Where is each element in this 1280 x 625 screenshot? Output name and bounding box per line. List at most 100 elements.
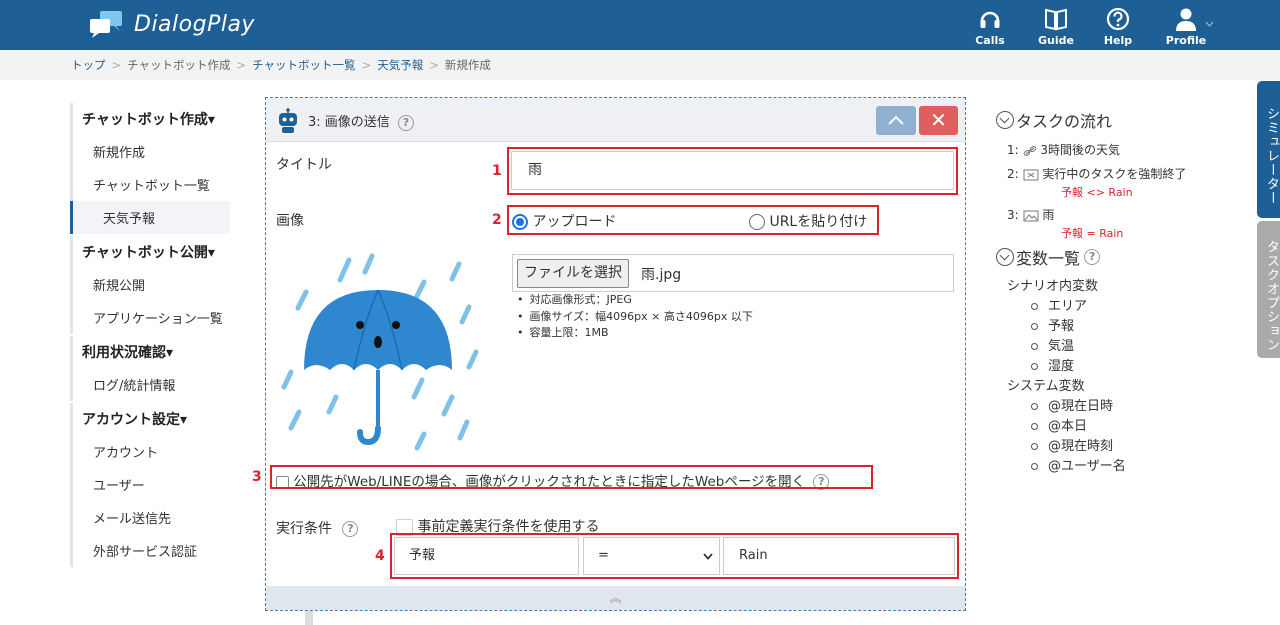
- sidebar-item-logs[interactable]: ログ/統計情報: [73, 368, 230, 401]
- exec-help-icon[interactable]: ?: [342, 521, 359, 537]
- note-size: 画像サイズ：幅4096px × 高さ4096px 以下: [517, 309, 753, 326]
- tab-task-option[interactable]: タスクオプション: [1257, 221, 1280, 358]
- sidebar-heading-create[interactable]: チャットボット作成▾: [73, 103, 230, 135]
- sidebar-section-publish: チャットボット公開▾ 新規公開 アプリケーション一覧: [70, 236, 230, 334]
- sidebar-section-create: チャットボット作成▾ 新規作成 チャットボット一覧 天気予報: [70, 103, 230, 234]
- sidebar-section-account: アカウント設定▾ アカウント ユーザー メール送信先 外部サービス認証: [70, 403, 230, 567]
- variables-title: 変数一覧: [1016, 249, 1081, 268]
- task-condition: 予報 = Rain: [1061, 227, 1124, 240]
- stop-window-icon: [1023, 169, 1039, 180]
- sidebar-item-users[interactable]: ユーザー: [73, 468, 230, 501]
- breadcrumb-top[interactable]: トップ: [71, 58, 106, 72]
- var-item[interactable]: 気温: [1031, 335, 1074, 354]
- link-icon: [1023, 145, 1036, 156]
- sidebar-heading-account[interactable]: アカウント設定▾: [73, 403, 230, 435]
- breadcrumb-current: 新規作成: [444, 58, 491, 72]
- variables-help-icon[interactable]: ?: [1084, 249, 1101, 265]
- breadcrumb: トップ > チャットボット作成 > チャットボット一覧 > 天気予報 > 新規作成: [0, 50, 1280, 80]
- task-item-3[interactable]: 3: 雨 予報 = Rain: [1007, 206, 1123, 241]
- system-vars-label: システム変数: [1007, 379, 1085, 394]
- image-icon: [1023, 210, 1039, 221]
- task-item-1[interactable]: 1: 3時間後の天気: [1007, 141, 1120, 158]
- task-label: 雨: [1042, 208, 1055, 222]
- sidebar-item-account[interactable]: アカウント: [73, 435, 230, 468]
- collapse-button[interactable]: [876, 106, 916, 135]
- panel-title: 3: 画像の送信: [308, 115, 390, 130]
- user-icon: [1176, 8, 1196, 31]
- question-icon: [1106, 7, 1130, 31]
- task-num: 1:: [1007, 143, 1019, 157]
- task-item-2[interactable]: 2: 実行中のタスクを強制終了 予報 <> Rain: [1007, 165, 1186, 200]
- task-label: 3時間後の天気: [1040, 143, 1120, 157]
- top-header: DialogPlay Calls Guide Help Profile: [0, 0, 1280, 50]
- help-label: Help: [1103, 34, 1133, 47]
- annotation-number-2: 2: [492, 212, 502, 228]
- panel-title-wrap: 3: 画像の送信 ?: [308, 111, 414, 131]
- annotation-box-3: [270, 465, 873, 489]
- sidebar-item-new[interactable]: 新規作成: [73, 135, 230, 168]
- image-notes: 対応画像形式：JPEG 画像サイズ：幅4096px × 高さ4096px 以下 …: [517, 292, 753, 342]
- var-item[interactable]: @本日: [1031, 415, 1087, 434]
- close-button[interactable]: ✕: [919, 106, 958, 135]
- task-num: 3:: [1007, 208, 1019, 222]
- umbrella-rain-image: [281, 253, 479, 451]
- panel-footer-expand[interactable]: ︽: [266, 586, 965, 610]
- file-name: 雨.jpg: [641, 267, 682, 283]
- annotation-number-1: 1: [492, 163, 502, 179]
- book-icon: [1045, 8, 1067, 31]
- file-select-button[interactable]: ファイルを選択: [517, 259, 629, 288]
- guide-nav[interactable]: Guide: [1026, 6, 1086, 47]
- chevron-down-icon[interactable]: [1205, 21, 1214, 27]
- var-item[interactable]: エリア: [1031, 295, 1087, 314]
- breadcrumb-list[interactable]: チャットボット一覧: [252, 58, 355, 72]
- var-item[interactable]: 予報: [1031, 315, 1074, 334]
- robot-icon: [279, 108, 297, 133]
- sidebar-heading-publish[interactable]: チャットボット公開▾: [73, 236, 230, 268]
- annotation-box-1: [507, 147, 958, 195]
- sidebar-item-weather[interactable]: 天気予報: [70, 201, 230, 234]
- task-label: 実行中のタスクを強制終了: [1042, 167, 1187, 181]
- left-sidebar: チャットボット作成▾ 新規作成 チャットボット一覧 天気予報 チャットボット公開…: [70, 103, 230, 567]
- help-nav[interactable]: Help: [1088, 6, 1148, 47]
- sidebar-item-chatbot-list[interactable]: チャットボット一覧: [73, 168, 230, 201]
- tab-simulator[interactable]: シミュレーター: [1257, 81, 1280, 218]
- annotation-number-3: 3: [252, 469, 262, 485]
- note-capacity: 容量上限：1MB: [517, 325, 753, 342]
- exec-condition-label: 実行条件: [276, 521, 332, 537]
- chat-bubbles-icon: [88, 9, 126, 39]
- sidebar-item-external-auth[interactable]: 外部サービス認証: [73, 534, 230, 567]
- chevron-up-icon: [888, 115, 904, 125]
- help-icon[interactable]: ?: [397, 114, 414, 131]
- task-num: 2:: [1007, 167, 1019, 181]
- sidebar-item-mail[interactable]: メール送信先: [73, 501, 230, 534]
- var-item[interactable]: @現在日時: [1031, 395, 1113, 414]
- brand-name: DialogPlay: [134, 11, 255, 37]
- var-item[interactable]: @現在時刻: [1031, 435, 1113, 454]
- var-item[interactable]: 湿度: [1031, 355, 1074, 374]
- var-item[interactable]: @ユーザー名: [1031, 455, 1126, 474]
- annotation-number-4: 4: [375, 548, 385, 564]
- breadcrumb-create[interactable]: チャットボット作成: [127, 58, 230, 72]
- calls-nav[interactable]: Calls: [960, 6, 1020, 47]
- note-format: 対応画像形式：JPEG: [517, 292, 753, 309]
- task-condition: 予報 <> Rain: [1061, 186, 1133, 199]
- headset-icon: [980, 11, 1000, 28]
- brand-logo[interactable]: DialogPlay: [88, 9, 255, 39]
- image-label: 画像: [276, 213, 304, 229]
- chevron-down-circle-icon: [996, 248, 1014, 266]
- profile-label: Profile: [1165, 34, 1207, 47]
- variables-heading[interactable]: 変数一覧 ?: [996, 245, 1101, 269]
- sidebar-section-usage: 利用状況確認▾ ログ/統計情報: [70, 336, 230, 401]
- breadcrumb-weather[interactable]: 天気予報: [377, 58, 423, 72]
- sidebar-item-app-list[interactable]: アプリケーション一覧: [73, 301, 230, 334]
- flow-connector: [305, 611, 313, 625]
- annotation-box-2: [507, 205, 879, 235]
- sidebar-item-new-publish[interactable]: 新規公開: [73, 268, 230, 301]
- task-flow-heading[interactable]: タスクの流れ: [996, 108, 1112, 132]
- annotation-box-4: [390, 533, 959, 579]
- task-flow-title: タスクの流れ: [1016, 112, 1113, 131]
- sidebar-heading-usage[interactable]: 利用状況確認▾: [73, 336, 230, 368]
- file-input[interactable]: ファイルを選択 雨.jpg: [512, 254, 954, 292]
- guide-label: Guide: [1038, 34, 1074, 47]
- chevron-down-circle-icon: [996, 111, 1014, 129]
